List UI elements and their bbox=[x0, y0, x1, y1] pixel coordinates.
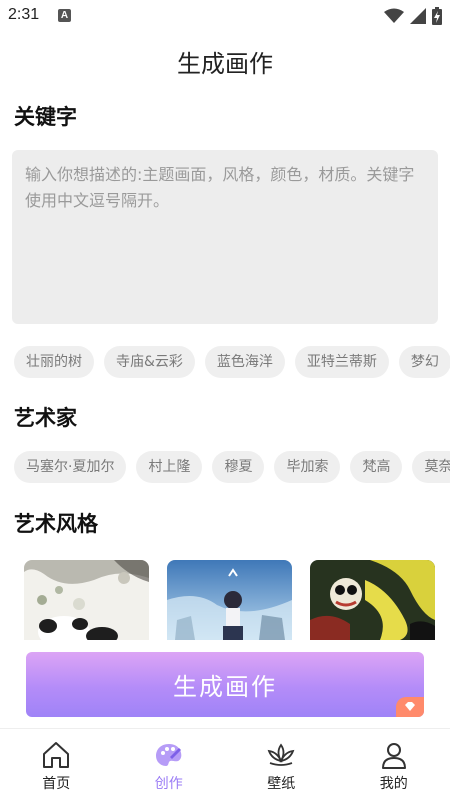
signal-icon bbox=[410, 8, 426, 24]
artists-heading: 艺术家 bbox=[14, 406, 77, 430]
nav-label-create: 创作 bbox=[154, 776, 183, 792]
home-icon bbox=[43, 742, 70, 768]
keyword-suggestions: 壮丽的树 寺庙&云彩 蓝色海洋 亚特兰蒂斯 梦幻 bbox=[14, 346, 450, 378]
style-gallery bbox=[24, 560, 450, 640]
nav-label-wallpaper: 壁纸 bbox=[267, 776, 296, 792]
nav-item-home[interactable]: 首页 bbox=[0, 729, 113, 800]
artist-chip[interactable]: 村上隆 bbox=[136, 451, 203, 483]
generate-artwork-button[interactable]: 生成画作 bbox=[26, 652, 424, 717]
styles-heading: 艺术风格 bbox=[14, 512, 98, 536]
keywords-input[interactable] bbox=[12, 150, 438, 324]
lotus-icon bbox=[267, 743, 295, 766]
psychedelic-thumbnail bbox=[310, 560, 435, 640]
nav-label-profile: 我的 bbox=[379, 776, 408, 792]
artist-chip[interactable]: 莫奈 bbox=[412, 451, 450, 483]
artist-chip[interactable]: 梵高 bbox=[350, 451, 403, 483]
style-card-psychedelic[interactable] bbox=[310, 560, 435, 640]
notification-a-icon: A bbox=[58, 9, 71, 22]
artist-suggestions: 马塞尔·夏加尔 村上隆 穆夏 毕加索 梵高 莫奈 bbox=[14, 451, 450, 483]
bottom-nav: 首页 创作 壁纸 我的 bbox=[0, 728, 450, 800]
keyword-chip[interactable]: 梦幻 bbox=[398, 346, 450, 378]
wifi-icon bbox=[384, 8, 404, 23]
palette-icon bbox=[155, 744, 182, 766]
keyword-chip[interactable]: 亚特兰蒂斯 bbox=[294, 346, 389, 378]
keywords-heading: 关键字 bbox=[14, 105, 77, 129]
style-card-anime-sky[interactable] bbox=[167, 560, 292, 640]
artist-chip[interactable]: 穆夏 bbox=[212, 451, 265, 483]
keyword-chip[interactable]: 寺庙&云彩 bbox=[104, 346, 195, 378]
status-time: 2:31 bbox=[8, 6, 40, 23]
artist-chip[interactable]: 毕加索 bbox=[274, 451, 341, 483]
nav-label-home: 首页 bbox=[42, 776, 71, 792]
vip-badge bbox=[396, 697, 424, 717]
anime-sky-thumbnail bbox=[167, 560, 292, 640]
nav-item-create[interactable]: 创作 bbox=[113, 729, 226, 800]
nav-item-wallpaper[interactable]: 壁纸 bbox=[225, 729, 338, 800]
diamond-icon bbox=[405, 702, 415, 711]
ink-panda-thumbnail bbox=[24, 560, 149, 640]
battery-charging-icon bbox=[432, 7, 442, 25]
status-bar: 2:31 A bbox=[0, 0, 450, 32]
page-title: 生成画作 bbox=[177, 50, 273, 78]
status-icons bbox=[384, 6, 442, 26]
style-card-ink-panda[interactable] bbox=[24, 560, 149, 640]
keyword-chip[interactable]: 蓝色海洋 bbox=[204, 346, 285, 378]
artist-chip[interactable]: 马塞尔·夏加尔 bbox=[14, 451, 127, 483]
user-icon bbox=[381, 743, 406, 769]
nav-item-profile[interactable]: 我的 bbox=[338, 729, 450, 800]
keyword-chip[interactable]: 壮丽的树 bbox=[14, 346, 94, 378]
